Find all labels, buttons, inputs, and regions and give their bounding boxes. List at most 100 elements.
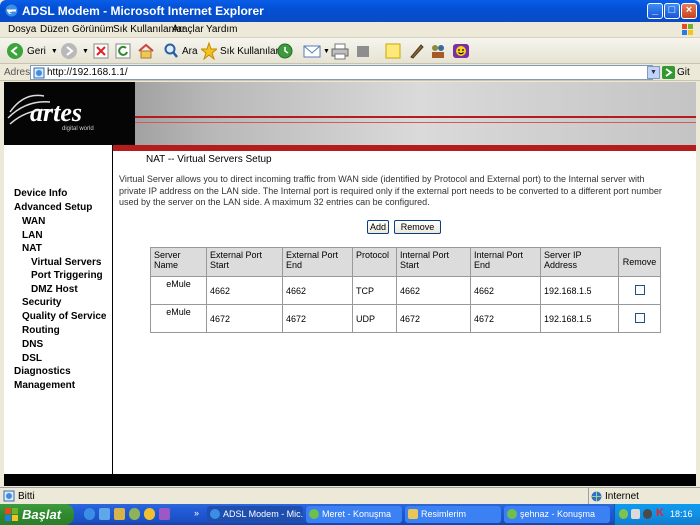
col-internal-port-end: Internal Port End	[470, 247, 541, 277]
smiley-icon	[453, 44, 469, 58]
research-button[interactable]	[430, 41, 446, 61]
cell-remove	[618, 304, 661, 333]
go-button[interactable]: Git	[662, 66, 690, 79]
antivirus-tray-icon[interactable]: K	[656, 507, 664, 519]
cell-int-end: 4672	[470, 304, 541, 333]
col-protocol: Protocol	[352, 247, 397, 277]
nav-dmz-host[interactable]: DMZ Host	[31, 284, 78, 295]
col-external-port-start: External Port Start	[206, 247, 283, 277]
nav-dns[interactable]: DNS	[22, 339, 43, 350]
task-meret-chat[interactable]: Meret - Konuşma	[306, 506, 402, 523]
quicklaunch-more-icon[interactable]: »	[194, 508, 199, 518]
messenger-pen-button[interactable]	[409, 41, 425, 61]
nav-dsl[interactable]: DSL	[22, 353, 42, 364]
messenger-quicklaunch-icon[interactable]	[144, 508, 155, 520]
folder-quicklaunch-icon[interactable]	[114, 508, 125, 520]
page-icon	[33, 67, 45, 79]
cell-ext-start: 4662	[206, 276, 283, 305]
edit-button[interactable]	[356, 41, 370, 61]
browser-window: e ADSL Modem - Microsoft Internet Explor…	[0, 0, 700, 525]
virtual-servers-table: Server Name External Port Start External…	[150, 247, 661, 333]
nav-management[interactable]: Management	[14, 380, 75, 391]
task-resimlerim[interactable]: Resimlerim	[405, 506, 501, 523]
outlook-quicklaunch-icon[interactable]	[99, 508, 110, 520]
app-quicklaunch-icon[interactable]	[129, 508, 140, 520]
address-label: Adres	[4, 67, 31, 78]
windows-flag-icon	[5, 508, 18, 521]
volume-tray-icon[interactable]	[631, 509, 640, 519]
address-dropdown-button[interactable]: ▼	[647, 66, 660, 79]
start-label: Başlat	[22, 507, 62, 522]
menu-edit[interactable]: Düzen	[40, 24, 69, 35]
refresh-icon	[115, 43, 131, 59]
discuss-button[interactable]	[385, 41, 401, 61]
note-icon	[385, 43, 401, 59]
remove-checkbox[interactable]	[634, 312, 645, 323]
nav-virtual-servers[interactable]: Virtual Servers	[31, 257, 101, 268]
remove-checkbox[interactable]	[634, 284, 645, 295]
nav-advanced-setup[interactable]: Advanced Setup	[14, 202, 92, 213]
menu-file[interactable]: Dosya	[8, 24, 36, 35]
col-internal-port-start: Internal Port Start	[396, 247, 471, 277]
menu-view[interactable]: Görünüm	[72, 24, 114, 35]
cell-protocol: TCP	[352, 276, 397, 305]
back-button[interactable]: Geri ▼	[6, 41, 58, 61]
windows-logo-icon	[682, 24, 693, 35]
print-button[interactable]	[331, 41, 349, 61]
artes-logo: artes digital world	[4, 82, 135, 145]
close-button[interactable]: ×	[681, 3, 697, 19]
mail-button[interactable]: ▼	[303, 41, 330, 61]
table-row: eMule 4672 4672 UDP 4672 4672 192.168.1.…	[150, 304, 661, 333]
title-bar[interactable]: e ADSL Modem - Microsoft Internet Explor…	[0, 0, 700, 22]
nav-security[interactable]: Security	[22, 297, 61, 308]
mail-icon	[303, 45, 321, 58]
nav-port-triggering[interactable]: Port Triggering	[31, 270, 103, 281]
nav-device-info[interactable]: Device Info	[14, 188, 67, 199]
back-arrow-icon	[7, 43, 23, 59]
menu-tools[interactable]: Araçlar	[172, 24, 204, 35]
table-row: eMule 4662 4662 TCP 4662 4662 192.168.1.…	[150, 276, 661, 305]
nav-routing[interactable]: Routing	[22, 325, 60, 336]
task-adsl-modem[interactable]: ADSL Modem - Mic...	[207, 506, 303, 523]
menu-bar: Dosya Düzen Görünüm Sık Kullanılanlar Ar…	[0, 22, 700, 38]
star-icon	[201, 42, 217, 60]
nav-diagnostics[interactable]: Diagnostics	[14, 366, 71, 377]
col-external-port-end: External Port End	[282, 247, 353, 277]
home-button[interactable]	[137, 41, 155, 61]
app-tray-icon[interactable]	[643, 509, 652, 519]
yahoo-quicklaunch-icon[interactable]	[159, 508, 170, 520]
cell-ext-end: 4662	[282, 276, 353, 305]
svg-text:e: e	[8, 6, 12, 16]
network-tray-icon[interactable]	[619, 509, 628, 519]
maximize-button[interactable]: □	[664, 3, 680, 19]
minimize-button[interactable]: _	[647, 3, 663, 19]
task-sehnaz-chat[interactable]: şehnaz - Konuşma	[504, 506, 610, 523]
nav-nat[interactable]: NAT	[22, 243, 42, 254]
address-input[interactable]: http://192.168.1.1/	[30, 65, 653, 80]
ie-quicklaunch-icon[interactable]	[84, 508, 95, 520]
nav-lan[interactable]: LAN	[22, 230, 43, 241]
yahoo-messenger-button[interactable]	[452, 41, 470, 61]
forward-button[interactable]: ▼	[60, 41, 89, 61]
col-remove: Remove	[618, 247, 661, 277]
start-button[interactable]: Başlat	[0, 504, 74, 525]
status-bar: Bitti Internet	[0, 487, 700, 505]
refresh-button[interactable]	[115, 41, 131, 61]
nav-quality-of-service[interactable]: Quality of Service	[22, 311, 106, 322]
ie-task-icon	[210, 509, 220, 519]
globe-icon	[591, 491, 602, 502]
address-bar: Adres http://192.168.1.1/ ▼ Git	[0, 64, 700, 81]
menu-help[interactable]: Yardım	[206, 24, 238, 35]
history-button[interactable]	[276, 41, 294, 61]
pen-icon	[410, 44, 424, 59]
search-button[interactable]: Ara	[163, 41, 198, 61]
remove-button[interactable]: Remove	[394, 220, 441, 234]
cell-protocol: UDP	[352, 304, 397, 333]
security-zone: Internet	[588, 488, 700, 505]
nav-wan[interactable]: WAN	[22, 216, 45, 227]
chat-task-icon	[309, 509, 319, 519]
home-icon	[138, 43, 154, 59]
add-button[interactable]: Add	[367, 220, 389, 234]
stop-button[interactable]	[93, 41, 109, 61]
chevron-down-icon: ▼	[50, 47, 58, 55]
